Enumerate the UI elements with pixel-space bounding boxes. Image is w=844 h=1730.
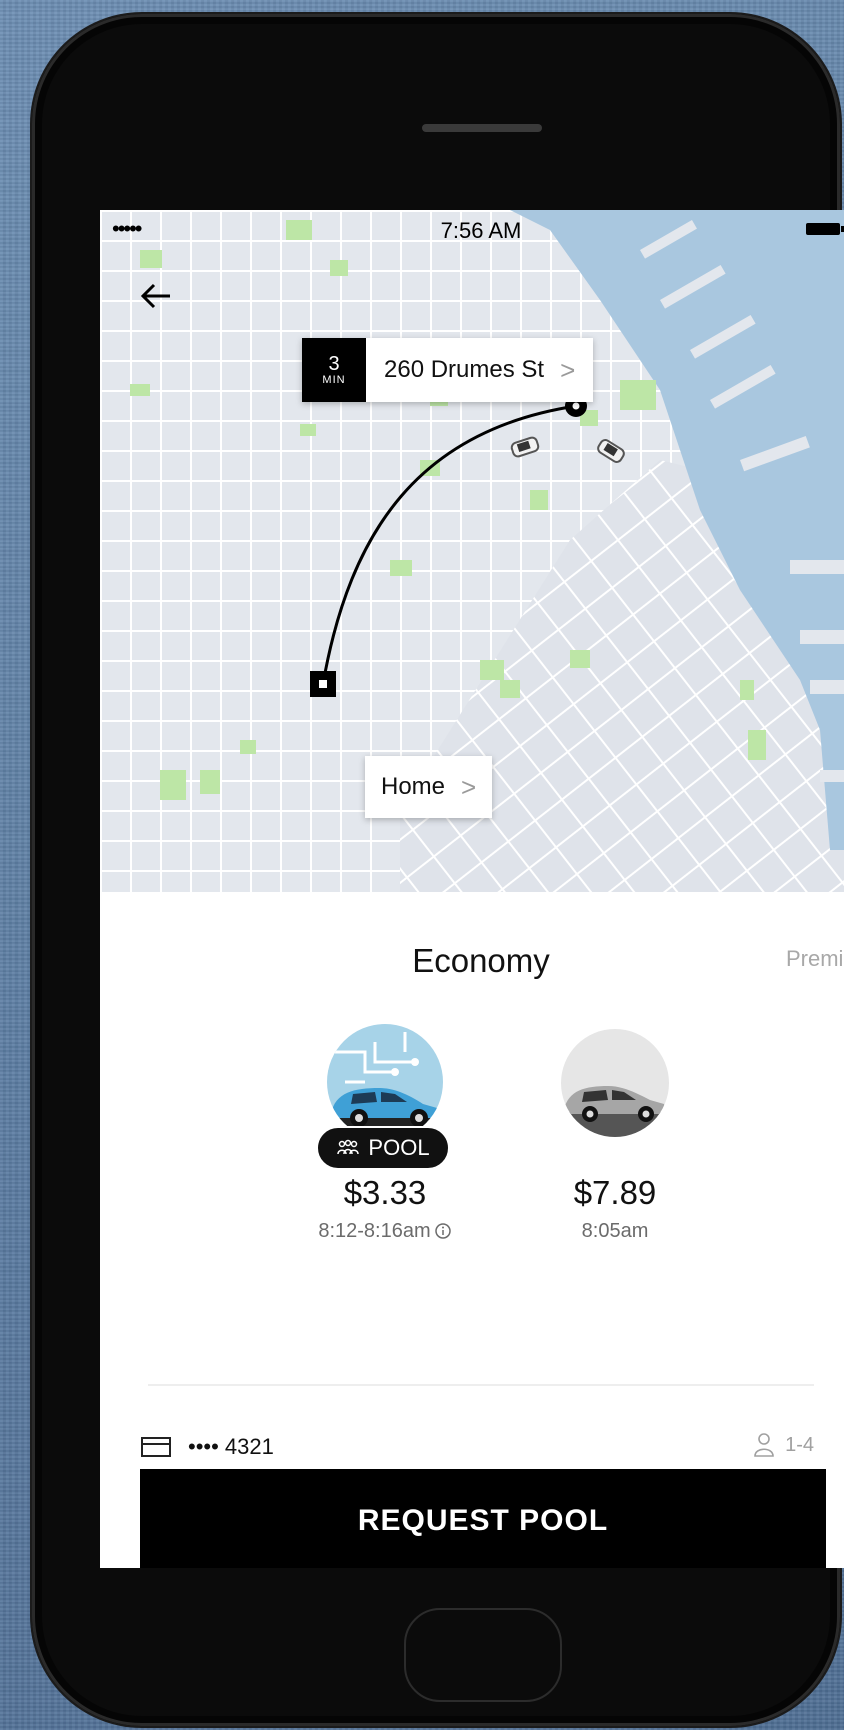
pool-eta: 8:12-8:16am <box>318 1220 431 1242</box>
eta-unit: MIN <box>322 373 346 386</box>
next-category-tab[interactable]: Premi <box>786 946 843 972</box>
pickup-eta-box: 3 MIN <box>302 338 366 402</box>
person-icon <box>754 1433 774 1457</box>
category-title[interactable]: Economy <box>100 942 844 980</box>
battery-icon <box>806 223 844 235</box>
credit-card-icon <box>141 1437 171 1457</box>
group-icon <box>337 1139 360 1155</box>
request-pool-button[interactable]: REQUEST POOL <box>140 1469 826 1568</box>
divider <box>148 1384 814 1386</box>
chevron-right-icon: > <box>560 354 576 385</box>
pool-car-icon <box>327 1024 443 1140</box>
pool-badge-label: POOL <box>368 1135 430 1160</box>
status-bar: ••••• 7:56 AM <box>100 210 844 250</box>
standard-car-icon <box>561 1029 669 1137</box>
payment-method[interactable]: •••• 4321 <box>140 1432 274 1462</box>
map-view[interactable]: ••••• 7:56 AM 3 MIN 260 Drumes St > Home <box>100 210 844 892</box>
rider-capacity[interactable]: 1-4 <box>753 1432 814 1458</box>
pickup-address: 260 Drumes St <box>384 356 545 383</box>
payment-card-number: •••• 4321 <box>188 1434 274 1459</box>
capacity-range: 1-4 <box>785 1433 814 1456</box>
eta-value: 3 <box>328 352 340 375</box>
phone-frame: ••••• 7:56 AM 3 MIN 260 Drumes St > Home <box>32 14 844 1726</box>
back-arrow-icon[interactable] <box>136 276 176 316</box>
app-screen: ••••• 7:56 AM 3 MIN 260 Drumes St > Home <box>100 210 844 1568</box>
info-icon[interactable] <box>434 1222 452 1240</box>
ride-options-panel: Economy Premi POOL $3.33 8:12-8:16am $7.… <box>100 892 844 1568</box>
pool-badge: POOL <box>316 1126 450 1170</box>
pickup-callout[interactable]: 3 MIN 260 Drumes St > <box>302 338 594 402</box>
dropoff-label: Home <box>381 773 446 800</box>
status-time: 7:56 AM <box>440 218 522 243</box>
dropoff-callout[interactable]: Home > <box>365 756 493 818</box>
chevron-right-icon: > <box>461 771 477 802</box>
standard-price: $7.89 <box>573 1174 657 1211</box>
home-button[interactable] <box>404 1608 562 1702</box>
standard-eta: 8:05am <box>581 1220 649 1242</box>
speaker-grille <box>422 124 542 132</box>
